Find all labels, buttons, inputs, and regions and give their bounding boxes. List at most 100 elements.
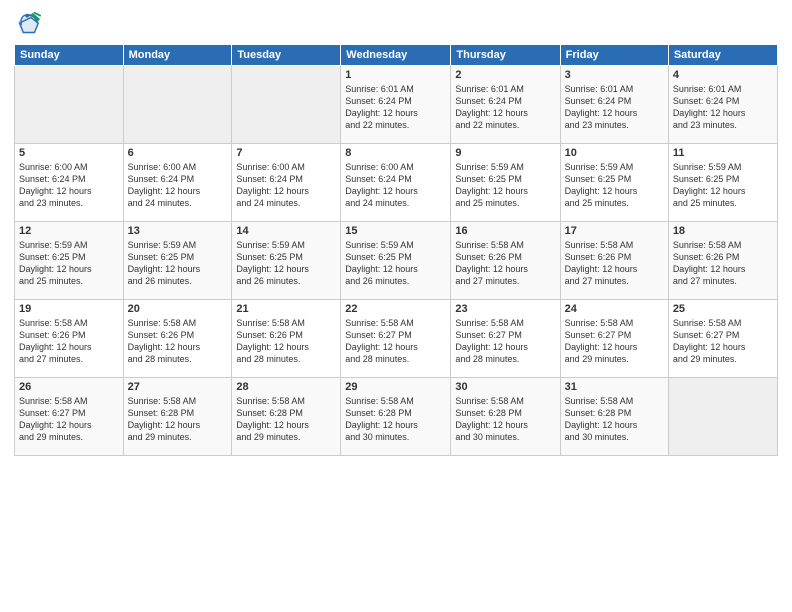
weekday-header-monday: Monday	[123, 45, 232, 66]
day-number: 11	[673, 147, 773, 159]
day-number: 10	[565, 147, 664, 159]
calendar-cell: 9 Sunrise: 5:59 AM Sunset: 6:25 PM Daylig…	[451, 144, 560, 222]
day-number: 27	[128, 381, 228, 393]
day-info: Sunrise: 5:59 AM Sunset: 6:25 PM Dayligh…	[19, 239, 119, 288]
weekday-header-sunday: Sunday	[15, 45, 124, 66]
calendar-cell: 14 Sunrise: 5:59 AM Sunset: 6:25 PM Dayli…	[232, 222, 341, 300]
day-info: Sunrise: 6:00 AM Sunset: 6:24 PM Dayligh…	[19, 161, 119, 210]
week-row-4: 19 Sunrise: 5:58 AM Sunset: 6:26 PM Dayli…	[15, 300, 778, 378]
day-number: 15	[345, 225, 446, 237]
day-info: Sunrise: 5:58 AM Sunset: 6:28 PM Dayligh…	[565, 395, 664, 444]
calendar-cell	[232, 66, 341, 144]
day-info: Sunrise: 5:58 AM Sunset: 6:27 PM Dayligh…	[565, 317, 664, 366]
day-info: Sunrise: 5:58 AM Sunset: 6:26 PM Dayligh…	[236, 317, 336, 366]
day-number: 4	[673, 69, 773, 81]
calendar-cell: 13 Sunrise: 5:59 AM Sunset: 6:25 PM Dayli…	[123, 222, 232, 300]
day-info: Sunrise: 5:59 AM Sunset: 6:25 PM Dayligh…	[128, 239, 228, 288]
day-info: Sunrise: 6:01 AM Sunset: 6:24 PM Dayligh…	[345, 83, 446, 132]
day-info: Sunrise: 6:00 AM Sunset: 6:24 PM Dayligh…	[236, 161, 336, 210]
day-info: Sunrise: 5:58 AM Sunset: 6:27 PM Dayligh…	[455, 317, 555, 366]
day-number: 8	[345, 147, 446, 159]
logo-icon	[14, 10, 42, 38]
calendar-cell: 22 Sunrise: 5:58 AM Sunset: 6:27 PM Dayli…	[341, 300, 451, 378]
day-number: 3	[565, 69, 664, 81]
day-info: Sunrise: 5:59 AM Sunset: 6:25 PM Dayligh…	[455, 161, 555, 210]
day-info: Sunrise: 5:58 AM Sunset: 6:28 PM Dayligh…	[236, 395, 336, 444]
calendar-cell	[123, 66, 232, 144]
day-number: 20	[128, 303, 228, 315]
page: SundayMondayTuesdayWednesdayThursdayFrid…	[0, 0, 792, 612]
week-row-3: 12 Sunrise: 5:59 AM Sunset: 6:25 PM Dayli…	[15, 222, 778, 300]
day-number: 23	[455, 303, 555, 315]
day-number: 6	[128, 147, 228, 159]
week-row-2: 5 Sunrise: 6:00 AM Sunset: 6:24 PM Daylig…	[15, 144, 778, 222]
calendar-cell: 23 Sunrise: 5:58 AM Sunset: 6:27 PM Dayli…	[451, 300, 560, 378]
day-number: 5	[19, 147, 119, 159]
day-info: Sunrise: 5:58 AM Sunset: 6:26 PM Dayligh…	[673, 239, 773, 288]
weekday-header-row: SundayMondayTuesdayWednesdayThursdayFrid…	[15, 45, 778, 66]
calendar-cell: 28 Sunrise: 5:58 AM Sunset: 6:28 PM Dayli…	[232, 378, 341, 456]
day-number: 9	[455, 147, 555, 159]
weekday-header-friday: Friday	[560, 45, 668, 66]
calendar-cell: 26 Sunrise: 5:58 AM Sunset: 6:27 PM Dayli…	[15, 378, 124, 456]
calendar-cell: 29 Sunrise: 5:58 AM Sunset: 6:28 PM Dayli…	[341, 378, 451, 456]
weekday-header-wednesday: Wednesday	[341, 45, 451, 66]
calendar-cell: 3 Sunrise: 6:01 AM Sunset: 6:24 PM Daylig…	[560, 66, 668, 144]
calendar-cell: 6 Sunrise: 6:00 AM Sunset: 6:24 PM Daylig…	[123, 144, 232, 222]
day-info: Sunrise: 6:01 AM Sunset: 6:24 PM Dayligh…	[565, 83, 664, 132]
logo	[14, 10, 46, 38]
day-number: 24	[565, 303, 664, 315]
calendar-cell: 15 Sunrise: 5:59 AM Sunset: 6:25 PM Dayli…	[341, 222, 451, 300]
week-row-5: 26 Sunrise: 5:58 AM Sunset: 6:27 PM Dayli…	[15, 378, 778, 456]
day-info: Sunrise: 5:58 AM Sunset: 6:26 PM Dayligh…	[455, 239, 555, 288]
calendar-cell: 21 Sunrise: 5:58 AM Sunset: 6:26 PM Dayli…	[232, 300, 341, 378]
week-row-1: 1Sunrise: 6:01 AM Sunset: 6:24 PM Daylig…	[15, 66, 778, 144]
day-number: 18	[673, 225, 773, 237]
day-info: Sunrise: 5:58 AM Sunset: 6:26 PM Dayligh…	[19, 317, 119, 366]
calendar-cell: 5 Sunrise: 6:00 AM Sunset: 6:24 PM Daylig…	[15, 144, 124, 222]
calendar-cell: 1Sunrise: 6:01 AM Sunset: 6:24 PM Daylig…	[341, 66, 451, 144]
day-info: Sunrise: 5:58 AM Sunset: 6:26 PM Dayligh…	[565, 239, 664, 288]
day-info: Sunrise: 6:01 AM Sunset: 6:24 PM Dayligh…	[455, 83, 555, 132]
calendar-cell: 2 Sunrise: 6:01 AM Sunset: 6:24 PM Daylig…	[451, 66, 560, 144]
day-info: Sunrise: 5:59 AM Sunset: 6:25 PM Dayligh…	[565, 161, 664, 210]
day-number: 30	[455, 381, 555, 393]
day-info: Sunrise: 5:59 AM Sunset: 6:25 PM Dayligh…	[345, 239, 446, 288]
day-info: Sunrise: 5:58 AM Sunset: 6:26 PM Dayligh…	[128, 317, 228, 366]
day-number: 16	[455, 225, 555, 237]
day-number: 2	[455, 69, 555, 81]
weekday-header-saturday: Saturday	[668, 45, 777, 66]
calendar-cell: 7 Sunrise: 6:00 AM Sunset: 6:24 PM Daylig…	[232, 144, 341, 222]
day-info: Sunrise: 6:00 AM Sunset: 6:24 PM Dayligh…	[128, 161, 228, 210]
weekday-header-tuesday: Tuesday	[232, 45, 341, 66]
day-number: 14	[236, 225, 336, 237]
day-number: 26	[19, 381, 119, 393]
calendar-cell: 4 Sunrise: 6:01 AM Sunset: 6:24 PM Daylig…	[668, 66, 777, 144]
day-info: Sunrise: 5:58 AM Sunset: 6:27 PM Dayligh…	[345, 317, 446, 366]
day-number: 22	[345, 303, 446, 315]
calendar-cell	[15, 66, 124, 144]
day-number: 13	[128, 225, 228, 237]
day-info: Sunrise: 6:01 AM Sunset: 6:24 PM Dayligh…	[673, 83, 773, 132]
day-info: Sunrise: 5:58 AM Sunset: 6:27 PM Dayligh…	[19, 395, 119, 444]
day-number: 7	[236, 147, 336, 159]
day-number: 21	[236, 303, 336, 315]
day-number: 25	[673, 303, 773, 315]
calendar-cell: 25Sunrise: 5:58 AM Sunset: 6:27 PM Dayli…	[668, 300, 777, 378]
day-info: Sunrise: 5:59 AM Sunset: 6:25 PM Dayligh…	[236, 239, 336, 288]
calendar-cell: 11Sunrise: 5:59 AM Sunset: 6:25 PM Dayli…	[668, 144, 777, 222]
calendar-cell: 31 Sunrise: 5:58 AM Sunset: 6:28 PM Dayli…	[560, 378, 668, 456]
calendar-cell: 10 Sunrise: 5:59 AM Sunset: 6:25 PM Dayli…	[560, 144, 668, 222]
weekday-header-thursday: Thursday	[451, 45, 560, 66]
header	[14, 10, 778, 38]
day-number: 19	[19, 303, 119, 315]
day-info: Sunrise: 5:58 AM Sunset: 6:28 PM Dayligh…	[128, 395, 228, 444]
calendar-cell: 20 Sunrise: 5:58 AM Sunset: 6:26 PM Dayli…	[123, 300, 232, 378]
day-number: 28	[236, 381, 336, 393]
day-info: Sunrise: 6:00 AM Sunset: 6:24 PM Dayligh…	[345, 161, 446, 210]
day-number: 31	[565, 381, 664, 393]
calendar-cell: 12 Sunrise: 5:59 AM Sunset: 6:25 PM Dayli…	[15, 222, 124, 300]
day-number: 12	[19, 225, 119, 237]
day-number: 29	[345, 381, 446, 393]
day-info: Sunrise: 5:58 AM Sunset: 6:28 PM Dayligh…	[345, 395, 446, 444]
